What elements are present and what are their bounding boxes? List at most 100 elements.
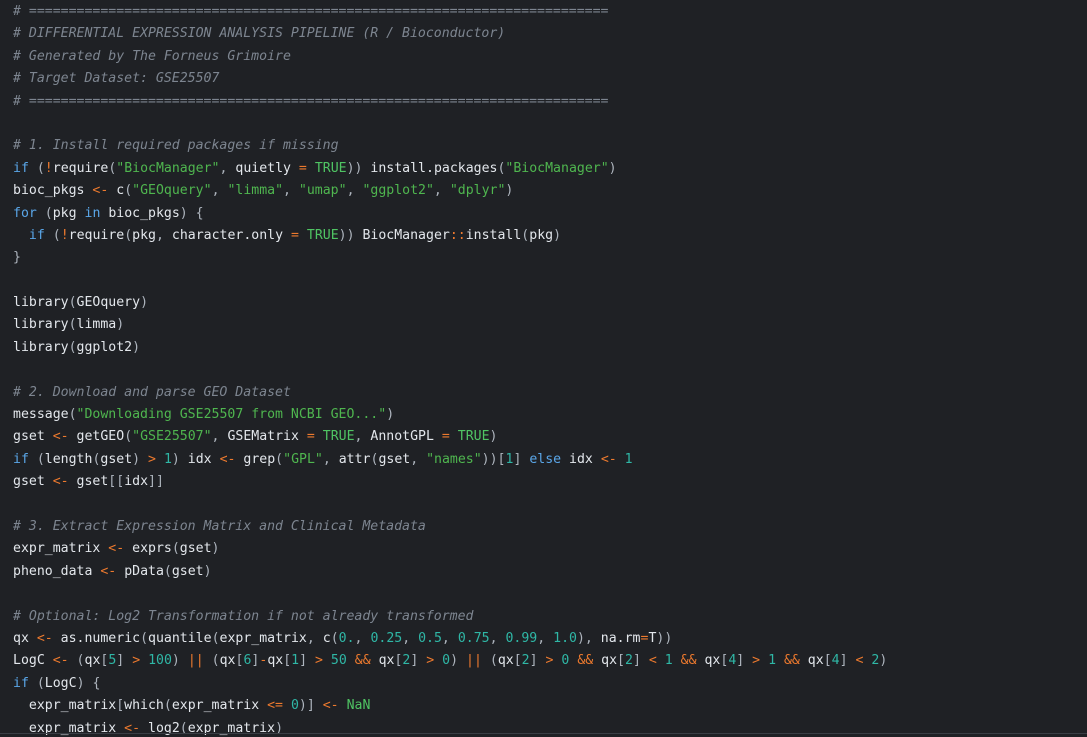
code-line[interactable]: } xyxy=(13,247,887,269)
code-line[interactable]: expr_matrix <- exprs(gset) xyxy=(13,538,887,560)
code-operator: > xyxy=(752,653,761,669)
code-line[interactable]: library(ggplot2) xyxy=(13,337,887,359)
code-text: bioc_pkgs xyxy=(100,205,180,221)
code-keyword: if xyxy=(28,227,45,243)
code-punctuation: ( xyxy=(68,339,77,355)
code-line[interactable]: expr_matrix[which(expr_matrix <= 0)] <- … xyxy=(13,695,887,717)
code-line[interactable]: if (length(gset) > 1) idx <- grep("GPL",… xyxy=(13,449,887,471)
code-number: 0.25 xyxy=(370,630,403,646)
code-text: gset xyxy=(171,563,204,579)
code-identifier: c xyxy=(116,183,125,199)
code-operator: || xyxy=(187,653,204,669)
code-text: expr_matrix xyxy=(13,698,117,714)
code-constant: TRUE xyxy=(314,160,347,176)
code-editor[interactable]: # ======================================… xyxy=(0,0,1087,737)
code-line[interactable]: bioc_pkgs <- c("GEOquery", "limma", "uma… xyxy=(13,180,887,202)
code-punctuation: ) xyxy=(553,227,562,243)
code-text: character.only xyxy=(171,227,291,243)
code-line[interactable]: pheno_data <- pData(gset) xyxy=(13,561,887,583)
code-punctuation: ( xyxy=(124,183,133,199)
code-line[interactable]: # ======================================… xyxy=(13,91,887,113)
code-line[interactable]: if (LogC) { xyxy=(13,673,887,695)
code-punctuation: , xyxy=(354,630,371,646)
code-line[interactable]: if (!require("BiocManager", quietly = TR… xyxy=(13,158,887,180)
code-line[interactable]: for (pkg in bioc_pkgs) { xyxy=(13,203,887,225)
code-punctuation: ) { xyxy=(179,205,204,221)
code-punctuation: ) xyxy=(132,451,149,467)
code-text: LogC xyxy=(44,675,77,691)
code-operator: > xyxy=(315,653,323,669)
code-number: 0 xyxy=(442,653,451,669)
code-text: pkg xyxy=(52,205,85,221)
code-line[interactable]: expr_matrix <- log2(expr_matrix) xyxy=(13,718,887,737)
code-line[interactable]: # 3. Extract Expression Matrix and Clini… xyxy=(13,516,887,538)
code-line[interactable]: gset <- getGEO("GSE25507", GSEMatrix = T… xyxy=(13,426,887,448)
code-identifier: quantile xyxy=(148,630,212,646)
code-line[interactable]: if (!require(pkg, character.only = TRUE)… xyxy=(13,225,887,247)
code-text: qx xyxy=(13,630,37,646)
code-line[interactable]: # ======================================… xyxy=(13,1,887,23)
code-punctuation: ] xyxy=(632,653,649,669)
code-punctuation: [[ xyxy=(108,474,125,490)
code-punctuation: ) xyxy=(140,295,149,311)
code-line[interactable]: # Optional: Log2 Transformation if not a… xyxy=(13,606,887,628)
code-content[interactable]: # ======================================… xyxy=(13,1,887,737)
code-operator: = xyxy=(441,429,450,445)
code-line[interactable]: # 2. Download and parse GEO Dataset xyxy=(13,382,887,404)
code-line[interactable] xyxy=(13,359,887,381)
code-punctuation: ) xyxy=(879,653,888,669)
code-punctuation: ( xyxy=(163,698,172,714)
code-number: 4 xyxy=(831,653,840,669)
code-line[interactable]: # Target Dataset: GSE25507 xyxy=(13,68,887,90)
code-line[interactable]: # 1. Install required packages if missin… xyxy=(13,135,887,157)
code-comment: # Generated by The Forneus Grimoire xyxy=(13,48,291,64)
code-constant: TRUE xyxy=(457,429,490,445)
code-string: "dplyr" xyxy=(449,183,506,199)
code-line[interactable] xyxy=(13,494,887,516)
code-punctuation: ] xyxy=(410,653,427,669)
code-punctuation: , xyxy=(410,451,427,467)
code-punctuation: ( xyxy=(68,407,77,423)
code-line[interactable] xyxy=(13,113,887,135)
code-punctuation: [ xyxy=(823,653,832,669)
code-text: qx xyxy=(84,653,101,669)
code-line[interactable]: # Generated by The Forneus Grimoire xyxy=(13,46,887,68)
code-line[interactable]: qx <- as.numeric(quantile(expr_matrix, c… xyxy=(13,628,887,650)
code-line[interactable]: gset <- gset[[idx]] xyxy=(13,471,887,493)
code-number: 1 xyxy=(163,451,172,467)
code-line[interactable] xyxy=(13,583,887,605)
code-string: "GPL" xyxy=(283,451,323,467)
code-line[interactable]: message("Downloading GSE25507 from NCBI … xyxy=(13,404,887,426)
code-line[interactable]: library(GEOquery) xyxy=(13,292,887,314)
code-line[interactable]: library(limma) xyxy=(13,314,887,336)
code-number: 50 xyxy=(330,653,347,669)
code-punctuation: [ xyxy=(513,653,522,669)
code-punctuation: , xyxy=(537,630,554,646)
code-text: AnnotGPL xyxy=(370,429,442,445)
code-punctuation: [ xyxy=(116,698,125,714)
code-text: bioc_pkgs xyxy=(13,183,93,199)
code-keyword: for xyxy=(13,205,37,221)
code-operator: :: xyxy=(449,227,466,243)
code-line[interactable] xyxy=(13,270,887,292)
code-text: ggplot2 xyxy=(76,339,133,355)
code-punctuation: ( xyxy=(171,541,180,557)
code-text: qx xyxy=(219,653,236,669)
code-identifier: BiocManager xyxy=(362,227,450,243)
code-operator: <- xyxy=(52,474,69,490)
code-line[interactable]: LogC <- (qx[5] > 100) || (qx[6]-qx[1] > … xyxy=(13,650,887,672)
code-comment: # 3. Extract Expression Matrix and Clini… xyxy=(13,518,426,534)
code-operator: && xyxy=(577,653,594,669)
code-line[interactable]: # DIFFERENTIAL EXPRESSION ANALYSIS PIPEL… xyxy=(13,23,887,45)
